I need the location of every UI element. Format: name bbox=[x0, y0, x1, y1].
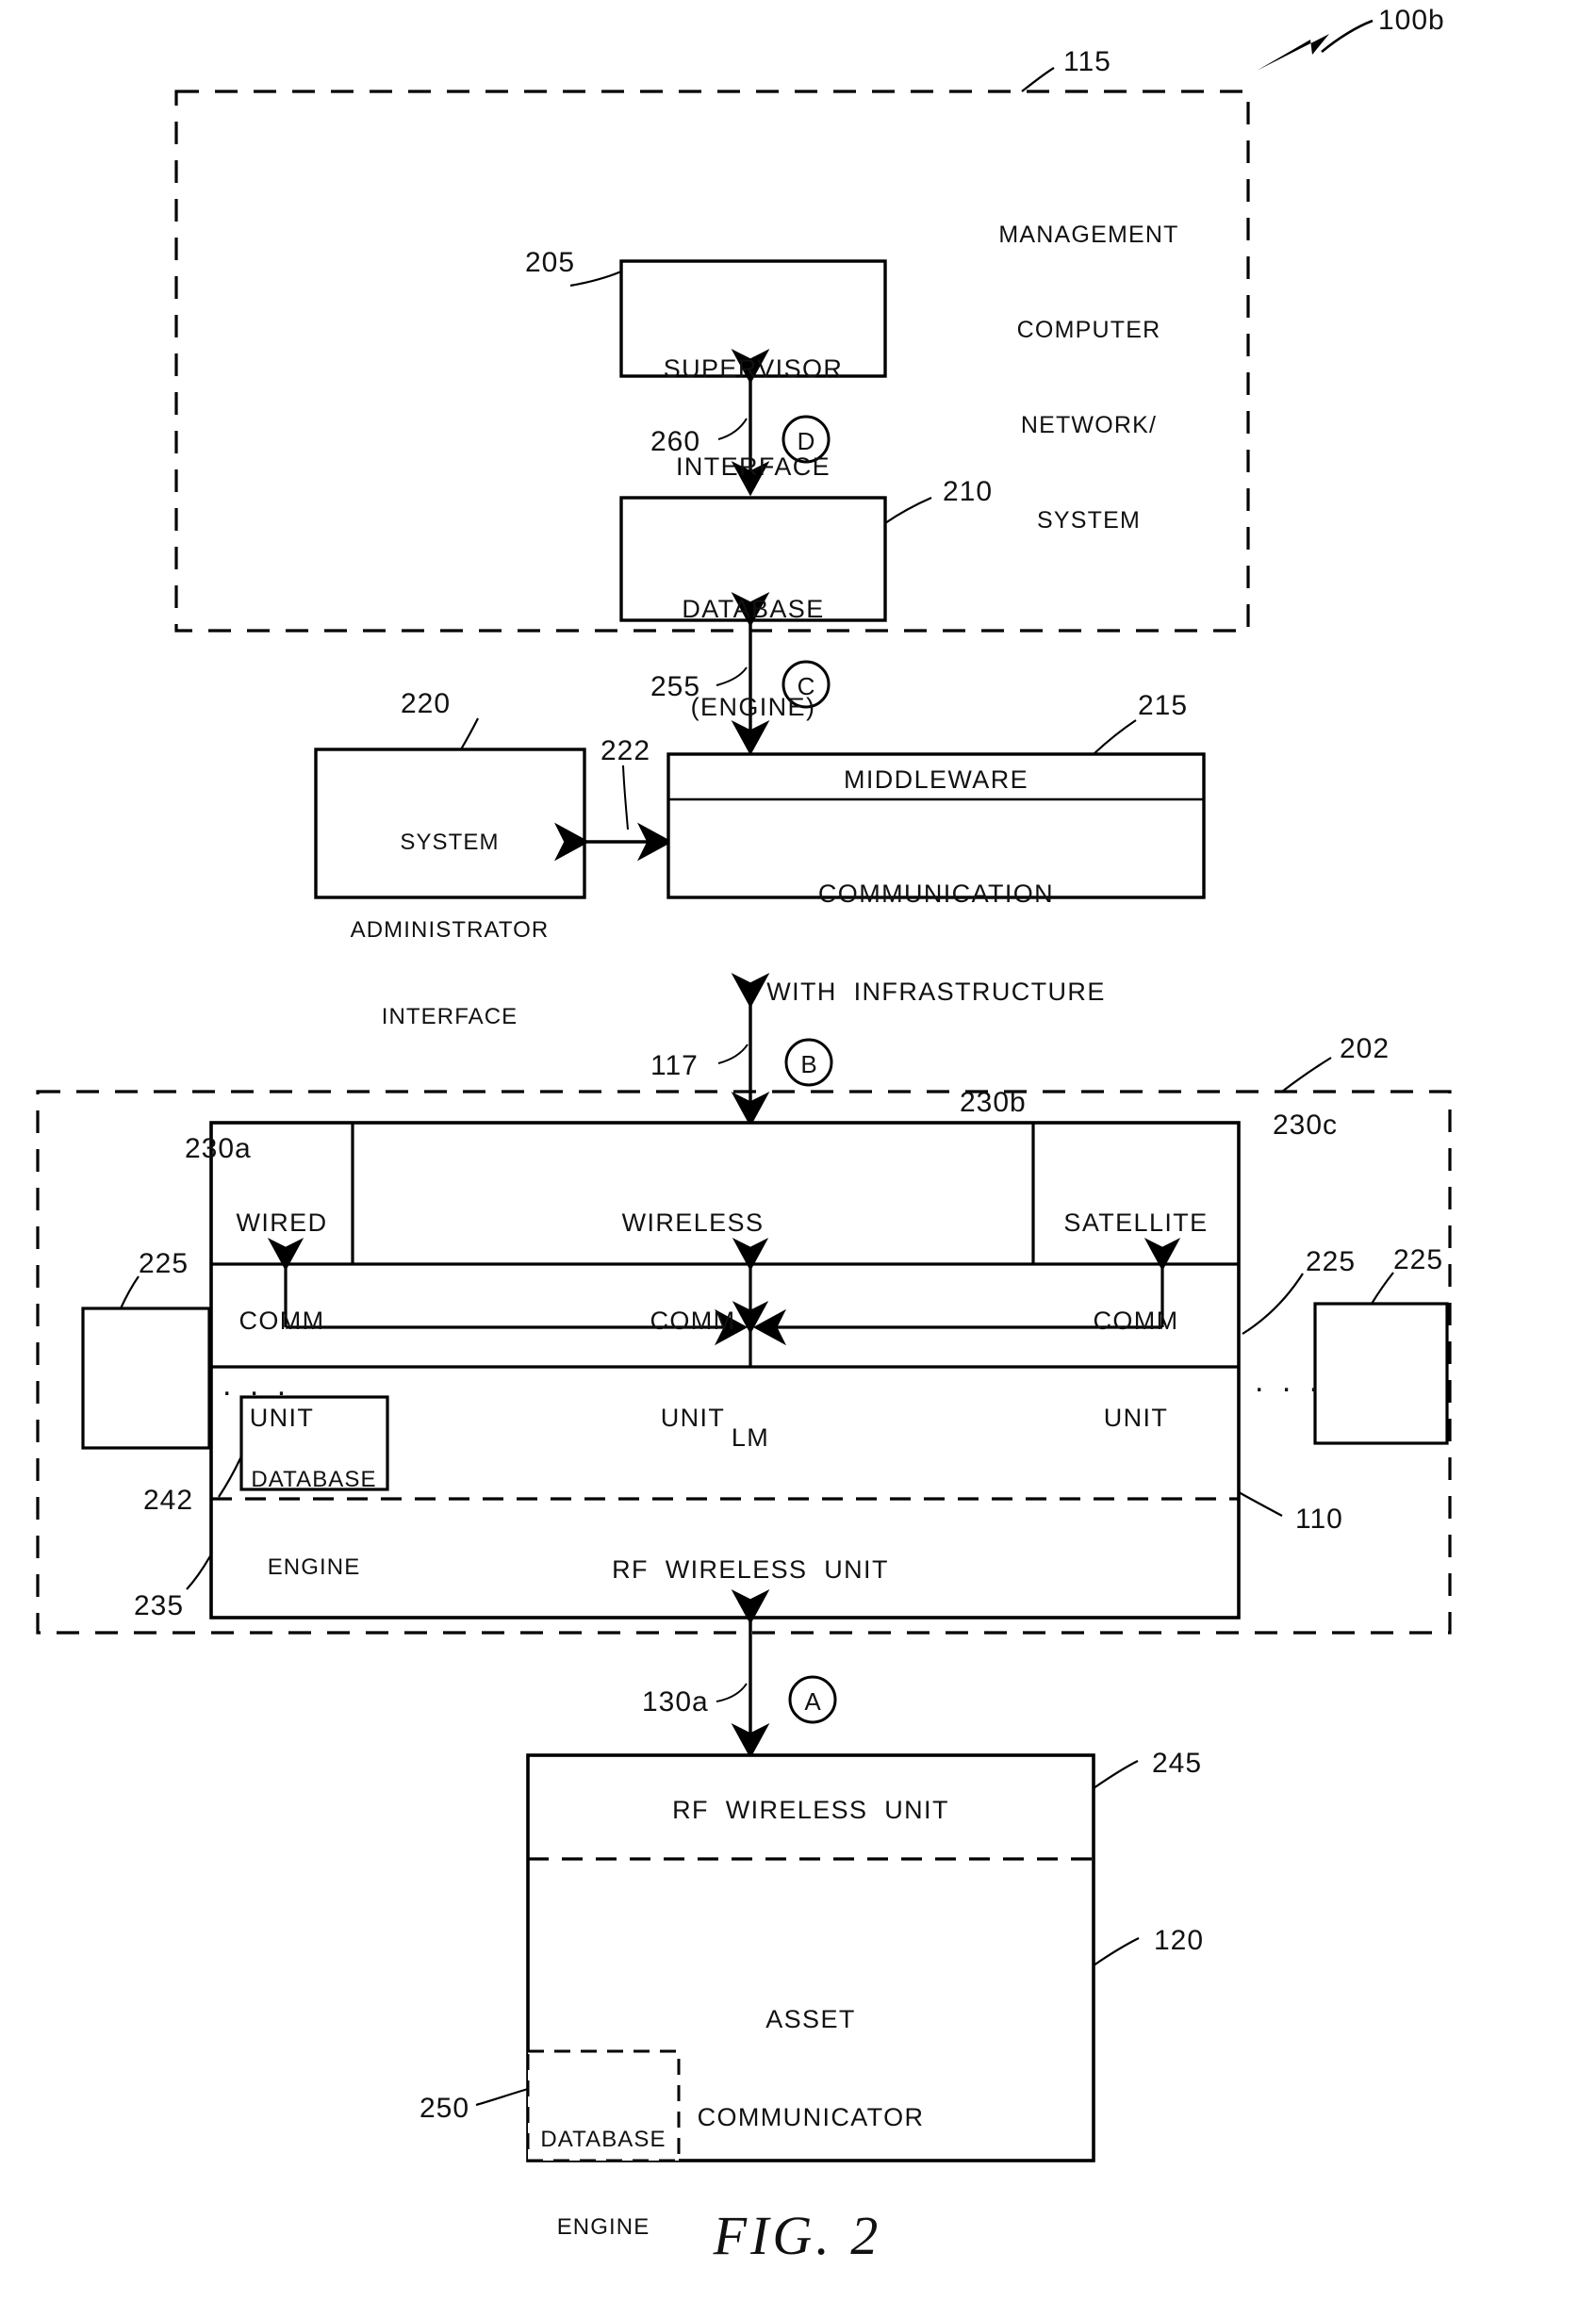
mgmt-label-line-3: NETWORK/ bbox=[1020, 412, 1158, 438]
leader-215 bbox=[1093, 719, 1137, 755]
ref-260: 260 bbox=[650, 426, 701, 457]
mgmt-label-line-4: SYSTEM bbox=[1037, 507, 1141, 534]
mgmt-label-line-1: MANAGEMENT bbox=[998, 221, 1179, 248]
ref-245: 245 bbox=[1152, 1748, 1203, 1779]
middleware-label: MIDDLEWARE bbox=[843, 765, 1028, 794]
infra-db-engine-label: DATABASE ENGINE bbox=[239, 1408, 389, 1640]
ref-225-left: 225 bbox=[139, 1248, 189, 1279]
sysadmin-line-3: INTERFACE bbox=[381, 1003, 518, 1029]
asset-db-line-1: DATABASE bbox=[540, 2127, 666, 2153]
ref-100b: 100b bbox=[1378, 5, 1445, 36]
management-network-label: MANAGEMENT COMPUTER NETWORK/ SYSTEM bbox=[980, 156, 1197, 601]
satellite-comm-unit-label: SATELLITE COMM UNIT bbox=[1042, 1142, 1230, 1500]
letter-A: A bbox=[804, 1687, 821, 1716]
wired-line-1: WIRED bbox=[236, 1208, 328, 1238]
wireless-line-1: WIRELESS bbox=[621, 1208, 765, 1238]
figure-caption: FIG. 2 bbox=[713, 2205, 882, 2266]
asset-db-engine-label: DATABASE ENGINE bbox=[523, 2068, 683, 2300]
ref-117: 117 bbox=[650, 1050, 699, 1081]
supervisor-line-1: SUPERVISOR bbox=[663, 354, 844, 384]
database-engine-label: DATABASE (ENGINE) bbox=[621, 528, 885, 788]
leader-250 bbox=[475, 2087, 529, 2107]
middleware-sublabel: COMMUNICATION WITH INFRASTRUCTURE bbox=[668, 813, 1204, 1073]
ref-205: 205 bbox=[525, 247, 576, 278]
lm-label: LM bbox=[731, 1423, 770, 1452]
letter-C: C bbox=[797, 672, 815, 700]
leader-245 bbox=[1093, 1760, 1139, 1789]
satellite-line-3: UNIT bbox=[1103, 1404, 1169, 1433]
peer-asset-box-left bbox=[81, 1307, 211, 1450]
infra-db-line-2: ENGINE bbox=[267, 1554, 361, 1580]
supervisor-interface-label: SUPERVISOR INTERFACE bbox=[621, 288, 885, 548]
peer-asset-box-right bbox=[1313, 1302, 1449, 1445]
ref-242: 242 bbox=[143, 1485, 194, 1516]
letter-B: B bbox=[800, 1050, 817, 1078]
ref-215: 215 bbox=[1138, 690, 1189, 721]
leader-225-left bbox=[120, 1275, 140, 1309]
database-line-1: DATABASE bbox=[682, 595, 825, 624]
ref-202: 202 bbox=[1340, 1033, 1390, 1064]
asset-db-line-2: ENGINE bbox=[556, 2213, 650, 2240]
leader-205 bbox=[569, 270, 622, 288]
system-ref-pointer bbox=[1257, 19, 1374, 71]
leader-120 bbox=[1093, 1937, 1140, 1966]
leader-225-right-b bbox=[1371, 1272, 1394, 1305]
patent-figure-page: 100b 115 MANAGEMENT COMPUTER NETWORK/ SY… bbox=[0, 0, 1596, 2318]
letter-D: D bbox=[797, 427, 815, 455]
infra-rf-unit-label: RF WIRELESS UNIT bbox=[612, 1555, 889, 1584]
ref-255: 255 bbox=[650, 671, 701, 702]
satellite-line-2: COMM bbox=[1093, 1306, 1179, 1335]
ref-120: 120 bbox=[1154, 1925, 1205, 1956]
middleware-sub-line-1: COMMUNICATION bbox=[817, 880, 1055, 909]
sysadmin-line-1: SYSTEM bbox=[400, 830, 500, 856]
sysadmin-line-2: ADMINISTRATOR bbox=[350, 916, 550, 943]
leader-210 bbox=[884, 496, 932, 524]
ref-225-right-b: 225 bbox=[1393, 1244, 1444, 1275]
ref-110: 110 bbox=[1295, 1504, 1343, 1535]
asset-comm-line-1: ASSET bbox=[765, 2005, 856, 2034]
ref-210: 210 bbox=[943, 476, 994, 507]
satellite-line-1: SATELLITE bbox=[1063, 1208, 1209, 1238]
asset-rf-unit-label: RF WIRELESS UNIT bbox=[672, 1796, 949, 1824]
wireless-line-2: COMM bbox=[650, 1306, 736, 1335]
leader-220 bbox=[460, 717, 479, 750]
ref-115: 115 bbox=[1063, 46, 1111, 77]
ref-225-right-a: 225 bbox=[1306, 1246, 1357, 1277]
ref-130a: 130a bbox=[642, 1686, 709, 1718]
leader-202 bbox=[1281, 1057, 1332, 1093]
wired-line-2: COMM bbox=[239, 1306, 325, 1335]
leader-115 bbox=[1021, 67, 1055, 92]
ref-220: 220 bbox=[401, 688, 452, 719]
middleware-sub-line-2: WITH INFRASTRUCTURE bbox=[766, 977, 1106, 1006]
leader-235 bbox=[186, 1554, 212, 1590]
leader-110 bbox=[1238, 1491, 1283, 1517]
ref-250: 250 bbox=[420, 2093, 470, 2124]
infra-db-line-1: DATABASE bbox=[251, 1467, 377, 1493]
ref-230c: 230c bbox=[1273, 1110, 1339, 1141]
leader-225-right-a bbox=[1242, 1273, 1304, 1335]
ref-222: 222 bbox=[601, 735, 651, 766]
ellipsis-left: . . . bbox=[222, 1367, 291, 1403]
leader-130a bbox=[716, 1683, 748, 1702]
system-administrator-label: SYSTEM ADMINISTRATOR INTERFACE bbox=[313, 771, 586, 1090]
ellipsis-right: . . . bbox=[1255, 1363, 1324, 1399]
mgmt-label-line-2: COMPUTER bbox=[1016, 316, 1161, 343]
ref-230b: 230b bbox=[960, 1087, 1027, 1118]
ref-235: 235 bbox=[134, 1590, 185, 1621]
